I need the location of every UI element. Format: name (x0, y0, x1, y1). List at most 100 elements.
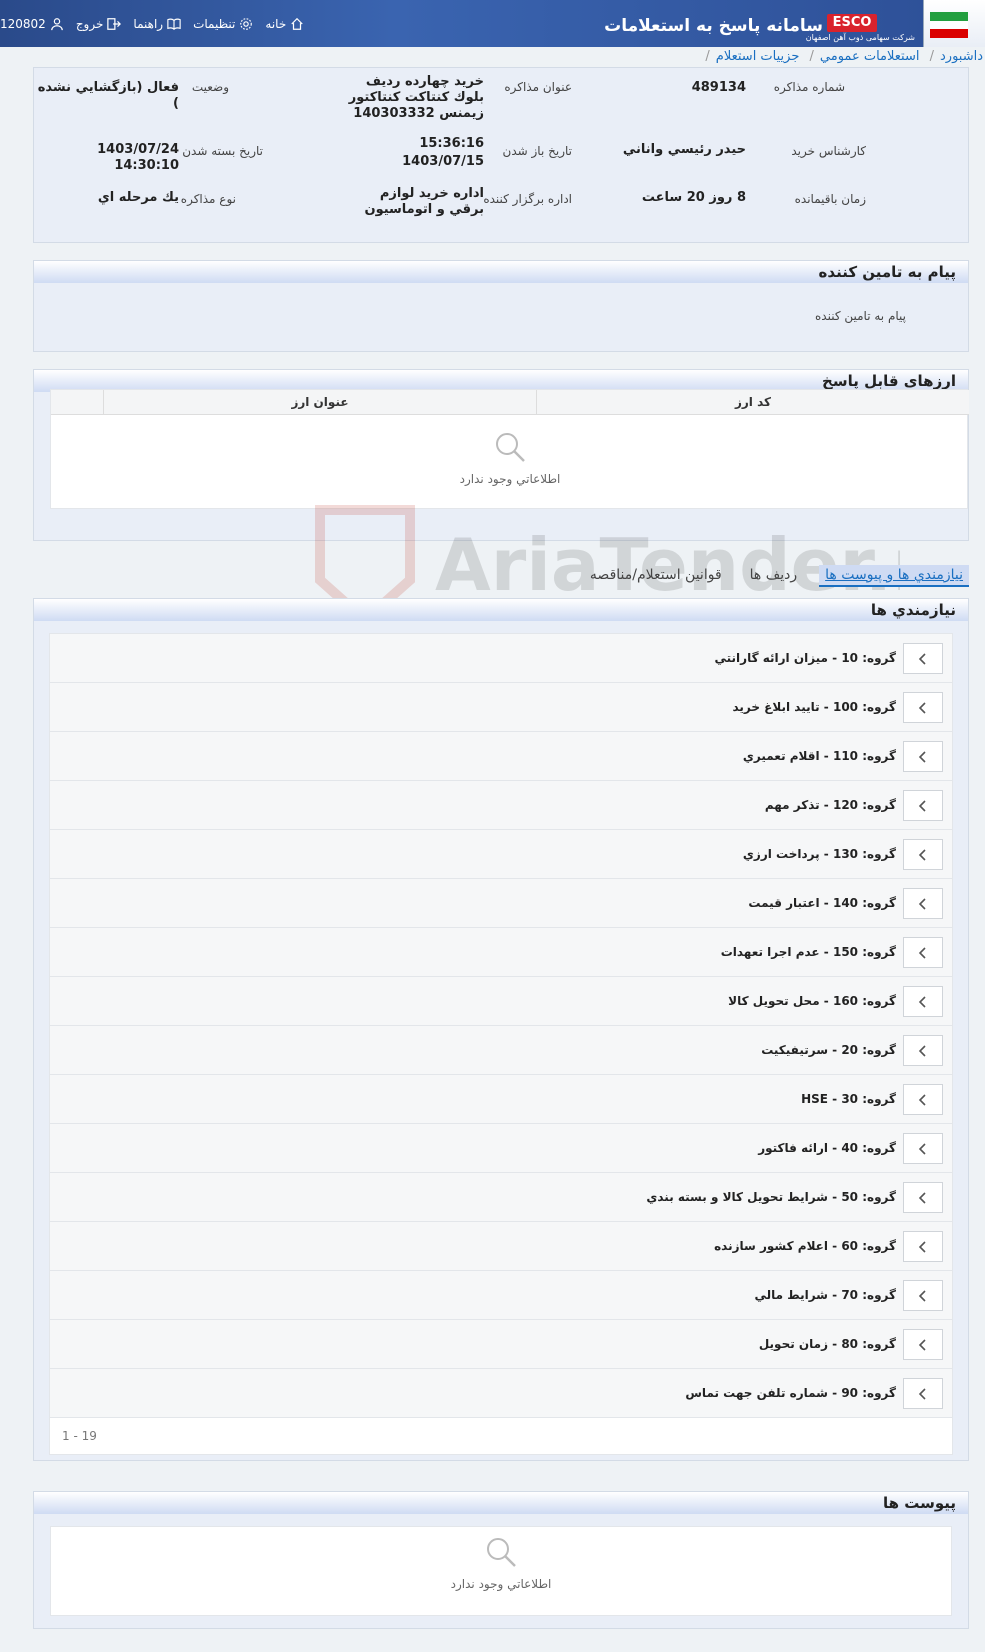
expand-group-button[interactable] (903, 1378, 943, 1409)
group-label: گروه: 100 - تاييد ابلاغ خريد (732, 700, 896, 714)
attachments-title: پيوست ها (34, 1492, 968, 1514)
breadcrumb-inquiry-details[interactable]: جزييات استعلام (716, 49, 800, 64)
group-label: گروه: 10 - ميزان ارائه گارانتي (714, 651, 896, 665)
expand-group-button[interactable] (903, 643, 943, 674)
remaining-time-label: زمان باقيمانده (794, 192, 866, 206)
inquiry-info-panel: شماره مذاکره 489134 عنوان مذاکره خريد چه… (33, 67, 969, 243)
group-row[interactable]: گروه: 130 - پرداخت ارزي (50, 830, 952, 879)
search-icon (487, 1538, 516, 1567)
group-label: گروه: 60 - اعلام كشور سازنده (714, 1239, 896, 1253)
chevron-left-icon (918, 799, 926, 812)
supplier-message-title: پيام به تامين کننده (34, 261, 968, 283)
group-row[interactable]: گروه: 30 - HSE (50, 1075, 952, 1124)
home-link[interactable]: خانه (265, 17, 304, 31)
group-row[interactable]: گروه: 50 - شرايط تحويل كالا و بسته بندي (50, 1173, 952, 1222)
negotiation-title-label: عنوان مذاکره (504, 80, 572, 94)
group-label: گروه: 120 - تذكر مهم (764, 798, 896, 812)
requirements-groups-list: گروه: 10 - ميزان ارائه گارانتي گروه: 100 … (49, 633, 953, 1455)
chevron-left-icon (918, 946, 926, 959)
user-icon (50, 18, 63, 31)
group-label: گروه: 30 - HSE (801, 1092, 896, 1106)
open-date: 1403/07/15 (402, 154, 484, 169)
expand-group-button[interactable] (903, 888, 943, 919)
expand-group-button[interactable] (903, 937, 943, 968)
settings-label: تنظيمات (193, 17, 236, 31)
expand-group-button[interactable] (903, 1280, 943, 1311)
group-label: گروه: 130 - پرداخت ارزي (742, 847, 896, 861)
expand-group-button[interactable] (903, 741, 943, 772)
chevron-left-icon (918, 750, 926, 763)
tab-inquiry-rules[interactable]: قوانين استعلام/مناقصه (584, 565, 728, 587)
expand-group-button[interactable] (903, 1231, 943, 1262)
chevron-left-icon (918, 652, 926, 665)
expand-group-button[interactable] (903, 1329, 943, 1360)
details-tabs: نيازمندي ها و پيوست ها رديف ها قوانين اس… (584, 565, 969, 587)
group-row[interactable]: گروه: 20 - سرتيفيكيت (50, 1026, 952, 1075)
top-bar: ESCO شرکت سهامی ذوب آهن اصفهان سامانه پا… (0, 0, 985, 47)
logout-link[interactable]: خروج (76, 17, 122, 31)
group-label: گروه: 20 - سرتيفيكيت (761, 1043, 896, 1057)
group-row[interactable]: گروه: 120 - تذكر مهم (50, 781, 952, 830)
top-nav: 120802 خروج راهنما تنظيمات خانه (0, 17, 304, 31)
group-row[interactable]: گروه: 10 - ميزان ارائه گارانتي (50, 634, 952, 683)
expand-group-button[interactable] (903, 986, 943, 1017)
chevron-left-icon (918, 1191, 926, 1204)
group-row[interactable]: گروه: 100 - تاييد ابلاغ خريد (50, 683, 952, 732)
group-row[interactable]: گروه: 140 - اعتبار قيمت (50, 879, 952, 928)
group-row[interactable]: گروه: 80 - زمان تحويل (50, 1320, 952, 1369)
breadcrumb: داشبورد/ استعلامات عمومي/ جزييات استعلام… (0, 47, 985, 67)
expand-group-button[interactable] (903, 692, 943, 723)
currencies-table: کد ارز عنوان ارز اطلاعاتي وجود ندارد (50, 389, 969, 509)
breadcrumb-public-inquiries[interactable]: استعلامات عمومي (820, 49, 920, 64)
remaining-time: 8 روز 20 ساعت (641, 190, 746, 205)
organizer: اداره خريد لوازم برقي و اتوماسيون (364, 186, 484, 217)
group-label: گروه: 40 - ارائه فاكتور (758, 1141, 896, 1155)
negotiation-type: يك مرحله اي (97, 190, 179, 205)
supplier-message-panel: پيام به تامين کننده پيام به تامين کننده (33, 260, 969, 352)
group-row[interactable]: گروه: 110 - اقلام تعميري (50, 732, 952, 781)
close-date-label: تاريخ بسته شدن (182, 144, 263, 158)
organizer-label: اداره برگزار کننده (483, 192, 572, 206)
currencies-panel: ارزهای قابل پاسخ کد ارز عنوان ارز اطلاعا… (33, 369, 969, 541)
group-label: گروه: 110 - اقلام تعميري (742, 749, 896, 763)
expand-group-button[interactable] (903, 1084, 943, 1115)
search-icon (496, 433, 525, 462)
expand-group-button[interactable] (903, 1182, 943, 1213)
logout-label: خروج (75, 17, 104, 31)
negotiation-number: 489134 (691, 80, 746, 95)
home-label: خانه (265, 17, 287, 31)
expand-group-button[interactable] (903, 839, 943, 870)
requirements-title: نيازمندي ها (34, 599, 968, 621)
tab-requirements-attachments[interactable]: نيازمندي ها و پيوست ها (819, 565, 969, 587)
col-currency-title[interactable]: عنوان ارز (103, 390, 536, 414)
user-id: 120802 (0, 17, 46, 31)
settings-link[interactable]: تنظيمات (193, 17, 253, 31)
status-value: فعال (بازگشايي نشده ) (37, 80, 179, 111)
help-link[interactable]: راهنما (133, 17, 181, 31)
group-row[interactable]: گروه: 150 - عدم اجرا تعهدات (50, 928, 952, 977)
expand-group-button[interactable] (903, 1133, 943, 1164)
expand-group-button[interactable] (903, 1035, 943, 1066)
open-time: 15:36:16 (419, 136, 484, 151)
chevron-left-icon (918, 1044, 926, 1057)
expand-group-button[interactable] (903, 790, 943, 821)
breadcrumb-dashboard[interactable]: داشبورد (940, 49, 983, 64)
group-row[interactable]: گروه: 70 - شرايط مالي (50, 1271, 952, 1320)
tab-rows[interactable]: رديف ها (744, 565, 803, 587)
home-icon (291, 17, 303, 30)
currencies-empty: اطلاعاتي وجود ندارد (459, 472, 561, 486)
user-menu[interactable]: 120802 (0, 17, 64, 31)
help-label: راهنما (133, 17, 164, 31)
gear-icon (240, 18, 253, 30)
group-row[interactable]: گروه: 160 - محل تحويل كالا (50, 977, 952, 1026)
group-row[interactable]: گروه: 90 - شماره تلفن جهت تماس (50, 1369, 952, 1418)
book-icon (167, 18, 181, 31)
group-label: گروه: 160 - محل تحويل كالا (728, 994, 896, 1008)
group-row[interactable]: گروه: 60 - اعلام كشور سازنده (50, 1222, 952, 1271)
esco-logo: ESCO (827, 14, 877, 32)
col-actions (51, 390, 103, 414)
chevron-left-icon (918, 897, 926, 910)
company-logo (923, 0, 985, 47)
group-row[interactable]: گروه: 40 - ارائه فاكتور (50, 1124, 952, 1173)
col-currency-code[interactable]: کد ارز (536, 390, 969, 414)
